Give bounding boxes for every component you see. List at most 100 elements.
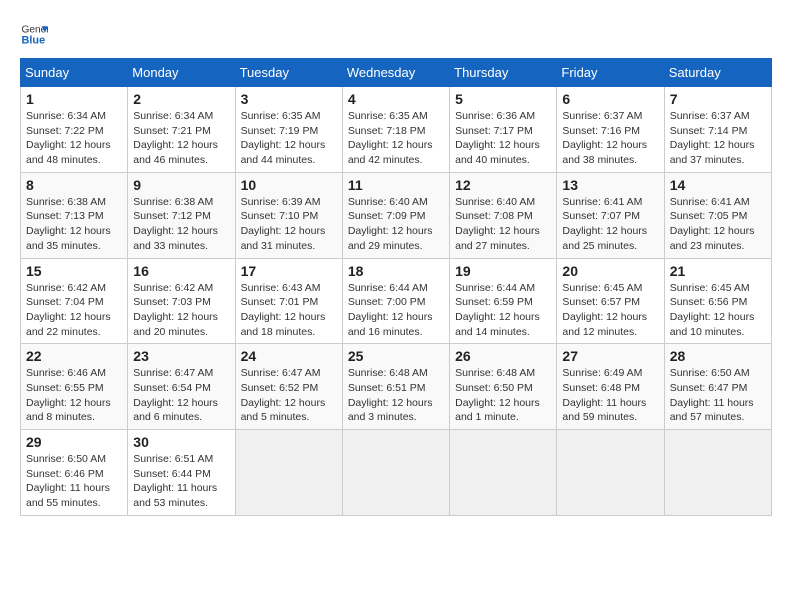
day-number: 4 — [348, 91, 444, 107]
calendar-cell: 6 Sunrise: 6:37 AMSunset: 7:16 PMDaylight… — [557, 87, 664, 173]
calendar-cell: 24 Sunrise: 6:47 AMSunset: 6:52 PMDayligh… — [235, 344, 342, 430]
calendar-week-3: 15 Sunrise: 6:42 AMSunset: 7:04 PMDayligh… — [21, 258, 772, 344]
calendar-cell — [342, 430, 449, 516]
day-info: Sunrise: 6:46 AMSunset: 6:55 PMDaylight:… — [26, 366, 122, 425]
day-info: Sunrise: 6:40 AMSunset: 7:09 PMDaylight:… — [348, 195, 444, 254]
day-info: Sunrise: 6:47 AMSunset: 6:52 PMDaylight:… — [241, 366, 337, 425]
day-number: 17 — [241, 263, 337, 279]
day-info: Sunrise: 6:37 AMSunset: 7:14 PMDaylight:… — [670, 109, 766, 168]
svg-text:Blue: Blue — [22, 34, 46, 46]
calendar-cell: 28 Sunrise: 6:50 AMSunset: 6:47 PMDayligh… — [664, 344, 771, 430]
day-info: Sunrise: 6:48 AMSunset: 6:50 PMDaylight:… — [455, 366, 551, 425]
day-number: 10 — [241, 177, 337, 193]
day-info: Sunrise: 6:38 AMSunset: 7:13 PMDaylight:… — [26, 195, 122, 254]
calendar-cell: 22 Sunrise: 6:46 AMSunset: 6:55 PMDayligh… — [21, 344, 128, 430]
day-number: 3 — [241, 91, 337, 107]
day-header-wednesday: Wednesday — [342, 59, 449, 87]
day-number: 7 — [670, 91, 766, 107]
calendar-cell: 30Sunrise: 6:51 AMSunset: 6:44 PMDayligh… — [128, 430, 235, 516]
calendar-cell: 8 Sunrise: 6:38 AMSunset: 7:13 PMDaylight… — [21, 172, 128, 258]
calendar-cell: 7 Sunrise: 6:37 AMSunset: 7:14 PMDaylight… — [664, 87, 771, 173]
day-info: Sunrise: 6:50 AMSunset: 6:47 PMDaylight:… — [670, 366, 766, 425]
day-number: 25 — [348, 348, 444, 364]
calendar-week-4: 22 Sunrise: 6:46 AMSunset: 6:55 PMDayligh… — [21, 344, 772, 430]
day-info: Sunrise: 6:37 AMSunset: 7:16 PMDaylight:… — [562, 109, 658, 168]
logo: General Blue — [20, 20, 48, 48]
day-number: 26 — [455, 348, 551, 364]
calendar-cell: 25 Sunrise: 6:48 AMSunset: 6:51 PMDayligh… — [342, 344, 449, 430]
day-info: Sunrise: 6:51 AMSunset: 6:44 PMDaylight:… — [133, 452, 229, 511]
calendar-cell: 16 Sunrise: 6:42 AMSunset: 7:03 PMDayligh… — [128, 258, 235, 344]
day-number: 22 — [26, 348, 122, 364]
day-number: 11 — [348, 177, 444, 193]
calendar-header: SundayMondayTuesdayWednesdayThursdayFrid… — [21, 59, 772, 87]
day-number: 23 — [133, 348, 229, 364]
day-number: 18 — [348, 263, 444, 279]
day-info: Sunrise: 6:44 AMSunset: 6:59 PMDaylight:… — [455, 281, 551, 340]
day-info: Sunrise: 6:36 AMSunset: 7:17 PMDaylight:… — [455, 109, 551, 168]
calendar-cell — [450, 430, 557, 516]
day-info: Sunrise: 6:39 AMSunset: 7:10 PMDaylight:… — [241, 195, 337, 254]
day-info: Sunrise: 6:38 AMSunset: 7:12 PMDaylight:… — [133, 195, 229, 254]
calendar-week-5: 29 Sunrise: 6:50 AMSunset: 6:46 PMDayligh… — [21, 430, 772, 516]
calendar-cell: 29 Sunrise: 6:50 AMSunset: 6:46 PMDayligh… — [21, 430, 128, 516]
day-info: Sunrise: 6:35 AMSunset: 7:19 PMDaylight:… — [241, 109, 337, 168]
calendar-cell: 10 Sunrise: 6:39 AMSunset: 7:10 PMDayligh… — [235, 172, 342, 258]
calendar-cell: 5 Sunrise: 6:36 AMSunset: 7:17 PMDaylight… — [450, 87, 557, 173]
calendar-cell: 3 Sunrise: 6:35 AMSunset: 7:19 PMDaylight… — [235, 87, 342, 173]
day-number: 6 — [562, 91, 658, 107]
day-header-monday: Monday — [128, 59, 235, 87]
calendar-cell — [235, 430, 342, 516]
day-number: 21 — [670, 263, 766, 279]
calendar-cell: 11 Sunrise: 6:40 AMSunset: 7:09 PMDayligh… — [342, 172, 449, 258]
day-info: Sunrise: 6:49 AMSunset: 6:48 PMDaylight:… — [562, 366, 658, 425]
calendar: SundayMondayTuesdayWednesdayThursdayFrid… — [20, 58, 772, 516]
day-number: 9 — [133, 177, 229, 193]
calendar-cell: 26 Sunrise: 6:48 AMSunset: 6:50 PMDayligh… — [450, 344, 557, 430]
calendar-cell: 23Sunrise: 6:47 AMSunset: 6:54 PMDayligh… — [128, 344, 235, 430]
calendar-cell: 19 Sunrise: 6:44 AMSunset: 6:59 PMDayligh… — [450, 258, 557, 344]
day-number: 24 — [241, 348, 337, 364]
calendar-week-2: 8 Sunrise: 6:38 AMSunset: 7:13 PMDaylight… — [21, 172, 772, 258]
day-info: Sunrise: 6:41 AMSunset: 7:05 PMDaylight:… — [670, 195, 766, 254]
day-header-friday: Friday — [557, 59, 664, 87]
calendar-cell: 14 Sunrise: 6:41 AMSunset: 7:05 PMDayligh… — [664, 172, 771, 258]
day-info: Sunrise: 6:42 AMSunset: 7:04 PMDaylight:… — [26, 281, 122, 340]
day-info: Sunrise: 6:43 AMSunset: 7:01 PMDaylight:… — [241, 281, 337, 340]
calendar-cell: 4Sunrise: 6:35 AMSunset: 7:18 PMDaylight… — [342, 87, 449, 173]
calendar-week-1: 1Sunrise: 6:34 AMSunset: 7:22 PMDaylight… — [21, 87, 772, 173]
calendar-cell — [664, 430, 771, 516]
day-number: 28 — [670, 348, 766, 364]
day-number: 19 — [455, 263, 551, 279]
day-info: Sunrise: 6:42 AMSunset: 7:03 PMDaylight:… — [133, 281, 229, 340]
day-number: 5 — [455, 91, 551, 107]
calendar-cell: 9 Sunrise: 6:38 AMSunset: 7:12 PMDaylight… — [128, 172, 235, 258]
day-info: Sunrise: 6:48 AMSunset: 6:51 PMDaylight:… — [348, 366, 444, 425]
day-info: Sunrise: 6:45 AMSunset: 6:57 PMDaylight:… — [562, 281, 658, 340]
day-number: 15 — [26, 263, 122, 279]
day-number: 16 — [133, 263, 229, 279]
day-info: Sunrise: 6:50 AMSunset: 6:46 PMDaylight:… — [26, 452, 122, 511]
day-number: 1 — [26, 91, 122, 107]
calendar-cell: 20 Sunrise: 6:45 AMSunset: 6:57 PMDayligh… — [557, 258, 664, 344]
day-number: 2 — [133, 91, 229, 107]
day-header-tuesday: Tuesday — [235, 59, 342, 87]
calendar-cell — [557, 430, 664, 516]
day-number: 29 — [26, 434, 122, 450]
day-number: 20 — [562, 263, 658, 279]
calendar-cell: 13Sunrise: 6:41 AMSunset: 7:07 PMDayligh… — [557, 172, 664, 258]
day-number: 13 — [562, 177, 658, 193]
calendar-cell: 21 Sunrise: 6:45 AMSunset: 6:56 PMDayligh… — [664, 258, 771, 344]
logo-icon: General Blue — [20, 20, 48, 48]
day-number: 14 — [670, 177, 766, 193]
calendar-body: 1Sunrise: 6:34 AMSunset: 7:22 PMDaylight… — [21, 87, 772, 516]
day-header-thursday: Thursday — [450, 59, 557, 87]
calendar-cell: 17 Sunrise: 6:43 AMSunset: 7:01 PMDayligh… — [235, 258, 342, 344]
day-info: Sunrise: 6:45 AMSunset: 6:56 PMDaylight:… — [670, 281, 766, 340]
day-number: 27 — [562, 348, 658, 364]
day-header-saturday: Saturday — [664, 59, 771, 87]
day-number: 8 — [26, 177, 122, 193]
calendar-cell: 18 Sunrise: 6:44 AMSunset: 7:00 PMDayligh… — [342, 258, 449, 344]
day-info: Sunrise: 6:44 AMSunset: 7:00 PMDaylight:… — [348, 281, 444, 340]
header: General Blue — [20, 20, 772, 48]
